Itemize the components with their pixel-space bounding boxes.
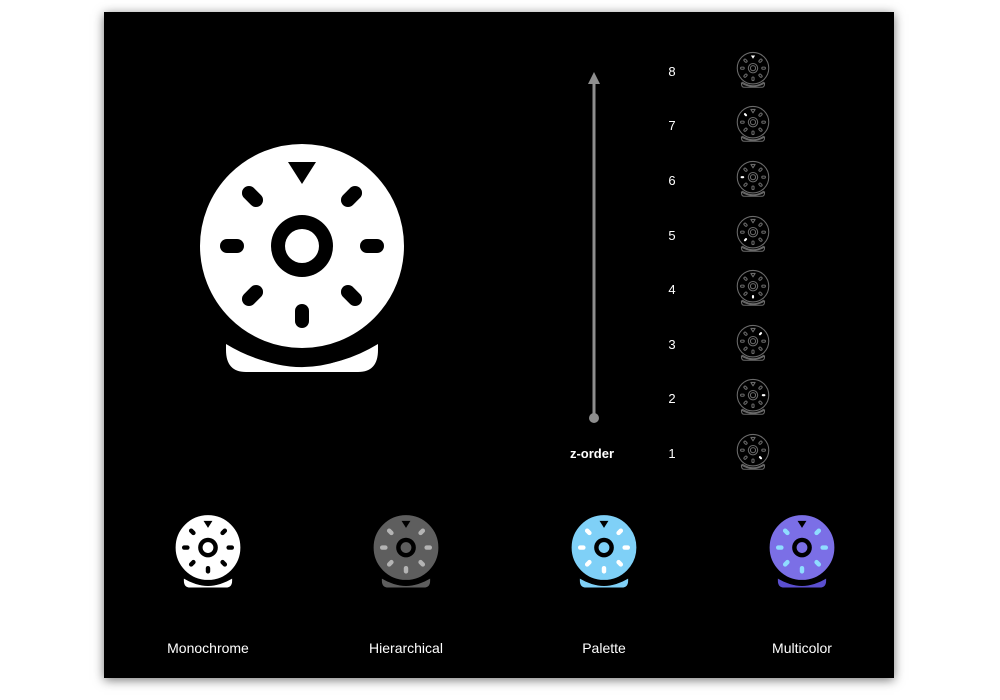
layer-number: 5 [668,227,676,243]
z-order-label: z-order [569,446,615,461]
speaker-ring-icon [768,513,836,588]
layer-icon [736,433,770,470]
symbol-rendering-diagram: z-order 1 2 3 4 5 6 7 8 Monochrome Hierarchical P… [104,12,894,678]
layer-number: 1 [668,446,676,461]
layer-number: 6 [668,173,676,188]
speaker-ring-icon [570,513,638,588]
layer-number: 7 [668,118,676,134]
speaker-ring-icon [174,513,242,588]
layer-icon [736,160,770,197]
layer-number: 4 [668,282,676,298]
layer-icon [736,270,770,306]
style-label: Multicolor [772,640,832,656]
layer-icon [736,51,770,88]
speaker-ring-icon [372,513,440,588]
layer-number: 8 [668,63,676,79]
arrow-up-icon [588,72,600,84]
layer-icon [736,324,770,361]
layer-icon [736,106,770,143]
speaker-ring-icon [196,140,408,372]
layer-icon [736,215,770,252]
z-order-axis [588,72,600,423]
style-label: Monochrome [167,640,249,656]
style-label: Palette [582,640,626,656]
layer-number: 3 [668,336,676,352]
layer-icon [736,379,770,416]
style-label: Hierarchical [369,640,443,656]
layer-number: 2 [668,391,676,407]
